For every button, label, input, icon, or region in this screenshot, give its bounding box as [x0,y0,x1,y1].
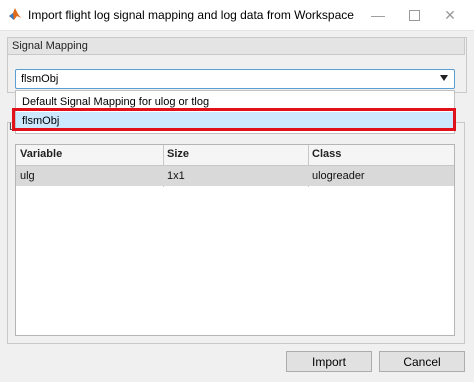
import-button[interactable]: Import [286,351,372,372]
column-header-variable[interactable]: Variable [20,148,62,160]
table-row[interactable]: ulg 1x1 ulogreader [16,166,454,186]
cancel-button[interactable]: Cancel [379,351,465,372]
dropdown-selected-value: flsmObj [21,73,59,85]
signal-mapping-dropdown[interactable]: flsmObj [15,69,455,89]
close-button[interactable]: ✕ [432,0,468,30]
cell-size: 1x1 [167,170,185,182]
matlab-icon [9,8,21,20]
column-header-class[interactable]: Class [312,148,341,160]
table-header: Variable Size Class [16,145,454,166]
workspace-variables-table: Variable Size Class ulg 1x1 ulogreader [15,144,455,336]
close-icon: ✕ [444,6,456,23]
minimize-button[interactable]: — [360,0,396,30]
window-title: Import flight log signal mapping and log… [28,8,354,22]
title-bar: Import flight log signal mapping and log… [0,0,474,31]
signal-mapping-label: Signal Mapping [12,40,88,52]
annotation-highlight-box [12,108,456,131]
minimize-icon: — [371,7,385,23]
cell-variable: ulg [20,170,35,182]
cell-class: ulogreader [312,170,365,182]
maximize-button[interactable] [396,0,432,30]
column-header-size[interactable]: Size [167,148,189,160]
option-label: Default Signal Mapping for ulog or tlog [22,96,210,108]
signal-mapping-header: Signal Mapping [7,37,465,55]
chevron-down-icon [440,75,448,81]
maximize-icon [408,9,420,21]
